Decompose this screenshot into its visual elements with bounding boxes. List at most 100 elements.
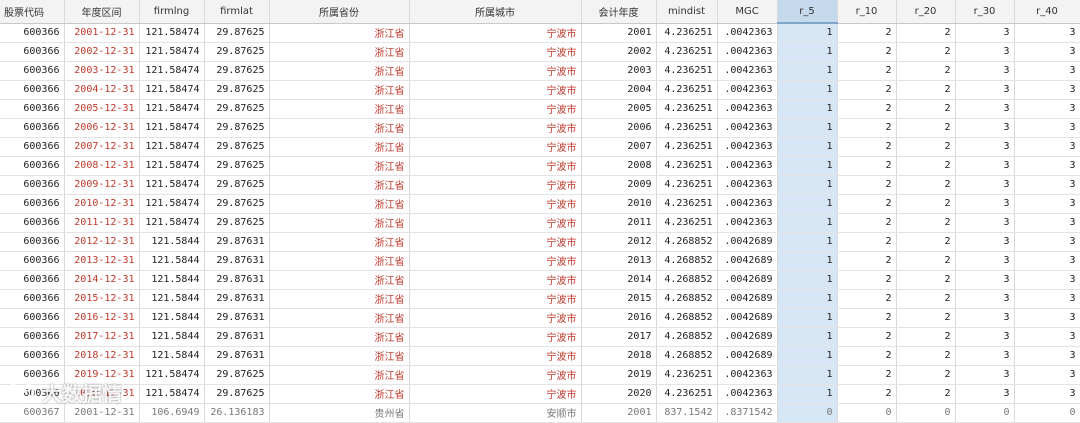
cell-city[interactable]: 宁波市 xyxy=(409,384,582,404)
cell-firmlng[interactable]: 121.5844 xyxy=(139,346,205,366)
cell-year-range[interactable]: 2012-12-31 xyxy=(64,232,140,252)
cell-fiscal-year[interactable]: 2020 xyxy=(581,384,657,404)
table-row[interactable]: 600366 2005-12-31 121.58474 29.87625 浙江省 宁波市 2… xyxy=(0,99,1080,119)
cell-mindist[interactable]: 4.268852 xyxy=(656,270,718,290)
cell-r10[interactable]: 2 xyxy=(837,365,897,385)
cell-r10[interactable]: 2 xyxy=(837,194,897,214)
cell-r10[interactable]: 2 xyxy=(837,384,897,404)
cell-stock-code[interactable]: 600366 xyxy=(0,194,65,214)
cell-fiscal-year[interactable]: 2010 xyxy=(581,194,657,214)
cell-r5[interactable]: 1 xyxy=(777,270,838,290)
cell-fiscal-year[interactable]: 2016 xyxy=(581,308,657,328)
cell-fiscal-year[interactable]: 2014 xyxy=(581,270,657,290)
cell-r5[interactable]: 1 xyxy=(777,289,838,309)
column-header-r40[interactable]: r_40 xyxy=(1014,0,1080,24)
cell-stock-code[interactable]: 600366 xyxy=(0,308,65,328)
cell-firmlat[interactable]: 29.87631 xyxy=(204,289,270,309)
cell-firmlat[interactable]: 29.87625 xyxy=(204,213,270,233)
cell-firmlat[interactable]: 29.87625 xyxy=(204,156,270,176)
cell-firmlat[interactable]: 29.87625 xyxy=(204,99,270,119)
cell-city[interactable]: 宁波市 xyxy=(409,137,582,157)
cell-r30[interactable]: 3 xyxy=(955,251,1015,271)
table-row[interactable]: 600366 2008-12-31 121.58474 29.87625 浙江省 宁波市 2… xyxy=(0,156,1080,176)
cell-r10[interactable]: 2 xyxy=(837,61,897,81)
cell-city[interactable]: 宁波市 xyxy=(409,251,582,271)
cell-r40[interactable]: 3 xyxy=(1014,194,1080,214)
table-row[interactable]: 600366 2020-12-31 121.58474 29.87625 浙江省 宁波市 2… xyxy=(0,384,1080,404)
cell-province[interactable]: 浙江省 xyxy=(269,80,410,100)
cell-fiscal-year[interactable]: 2018 xyxy=(581,346,657,366)
cell-mgc[interactable]: .0042689 xyxy=(717,346,778,366)
table-row[interactable]: 600366 2010-12-31 121.58474 29.87625 浙江省 宁波市 2… xyxy=(0,194,1080,214)
cell-province[interactable]: 浙江省 xyxy=(269,327,410,347)
cell-year-range[interactable]: 2005-12-31 xyxy=(64,99,140,119)
cell-mgc[interactable]: .0042689 xyxy=(717,232,778,252)
cell-r30[interactable]: 3 xyxy=(955,137,1015,157)
cell-r40[interactable]: 3 xyxy=(1014,175,1080,195)
table-row[interactable]: 600366 2003-12-31 121.58474 29.87625 浙江省 宁波市 2… xyxy=(0,61,1080,81)
table-row[interactable]: 600366 2007-12-31 121.58474 29.87625 浙江省 宁波市 2… xyxy=(0,137,1080,157)
cell-mindist[interactable]: 4.268852 xyxy=(656,308,718,328)
cell-r40[interactable]: 3 xyxy=(1014,99,1080,119)
cell-r20[interactable]: 2 xyxy=(896,61,956,81)
cell-r5[interactable]: 1 xyxy=(777,384,838,404)
cell-r20[interactable]: 2 xyxy=(896,327,956,347)
cell-r10[interactable]: 2 xyxy=(837,251,897,271)
cell-mindist[interactable]: 4.268852 xyxy=(656,251,718,271)
cell-r10[interactable]: 2 xyxy=(837,232,897,252)
cell-mgc[interactable]: .0042363 xyxy=(717,156,778,176)
cell-province[interactable]: 浙江省 xyxy=(269,213,410,233)
table-row[interactable]: 600366 2012-12-31 121.5844 29.87631 浙江省 宁波市 20… xyxy=(0,232,1080,252)
cell-mgc[interactable]: .0042363 xyxy=(717,365,778,385)
cell-fiscal-year[interactable]: 2017 xyxy=(581,327,657,347)
cell-fiscal-year[interactable]: 2008 xyxy=(581,156,657,176)
column-header-city[interactable]: 所属城市 xyxy=(409,0,582,24)
cell-r20[interactable]: 2 xyxy=(896,384,956,404)
cell-mgc[interactable]: .0042689 xyxy=(717,270,778,290)
cell-firmlat[interactable]: 29.87631 xyxy=(204,270,270,290)
cell-year-range[interactable]: 2018-12-31 xyxy=(64,346,140,366)
cell-r5[interactable]: 1 xyxy=(777,23,838,43)
cell-fiscal-year[interactable]: 2012 xyxy=(581,232,657,252)
cell-mgc[interactable]: .0042363 xyxy=(717,213,778,233)
cell-year-range[interactable]: 2007-12-31 xyxy=(64,137,140,157)
cell-year-range[interactable]: 2001-12-31 xyxy=(64,23,140,43)
column-header-fiscal-year[interactable]: 会计年度 xyxy=(581,0,657,24)
cell-firmlat[interactable]: 29.87625 xyxy=(204,384,270,404)
cell-year-range[interactable]: 2013-12-31 xyxy=(64,251,140,271)
cell-firmlat[interactable]: 29.87625 xyxy=(204,23,270,43)
cell-fiscal-year[interactable]: 2002 xyxy=(581,42,657,62)
cell-r5[interactable]: 1 xyxy=(777,251,838,271)
cell-fiscal-year[interactable]: 2015 xyxy=(581,289,657,309)
cell-r5[interactable]: 1 xyxy=(777,194,838,214)
cell-fiscal-year[interactable]: 2011 xyxy=(581,213,657,233)
cell-r20[interactable]: 2 xyxy=(896,99,956,119)
column-header-province[interactable]: 所属省份 xyxy=(269,0,410,24)
cell-year-range[interactable]: 2004-12-31 xyxy=(64,80,140,100)
cell-r10[interactable]: 2 xyxy=(837,289,897,309)
cell-r40[interactable]: 3 xyxy=(1014,23,1080,43)
table-row[interactable]: 600366 2014-12-31 121.5844 29.87631 浙江省 宁波市 20… xyxy=(0,270,1080,290)
cell-r10[interactable]: 2 xyxy=(837,327,897,347)
cell-firmlat[interactable]: 29.87631 xyxy=(204,232,270,252)
cell-firmlng[interactable]: 121.58474 xyxy=(139,175,205,195)
cell-firmlng[interactable]: 121.5844 xyxy=(139,232,205,252)
cell-r30[interactable]: 3 xyxy=(955,213,1015,233)
cell-city[interactable]: 宁波市 xyxy=(409,80,582,100)
cell-city[interactable]: 宁波市 xyxy=(409,327,582,347)
cell-city[interactable]: 宁波市 xyxy=(409,346,582,366)
cell-province[interactable]: 浙江省 xyxy=(269,308,410,328)
cell-mgc[interactable]: .0042363 xyxy=(717,99,778,119)
cell-r40[interactable]: 3 xyxy=(1014,289,1080,309)
cell-r30[interactable]: 3 xyxy=(955,327,1015,347)
cell-fiscal-year[interactable]: 2004 xyxy=(581,80,657,100)
table-row[interactable]: 600366 2002-12-31 121.58474 29.87625 浙江省 宁波市 2… xyxy=(0,42,1080,62)
column-header-r5[interactable]: r_5 xyxy=(777,0,838,24)
cell-city[interactable]: 宁波市 xyxy=(409,156,582,176)
cell-r40[interactable]: 3 xyxy=(1014,213,1080,233)
cell-city[interactable]: 宁波市 xyxy=(409,118,582,138)
cell-mgc[interactable]: .0042363 xyxy=(717,42,778,62)
cell-firmlng[interactable]: 121.58474 xyxy=(139,213,205,233)
cell-r20[interactable]: 2 xyxy=(896,213,956,233)
cell-stock-code[interactable]: 600366 xyxy=(0,61,65,81)
